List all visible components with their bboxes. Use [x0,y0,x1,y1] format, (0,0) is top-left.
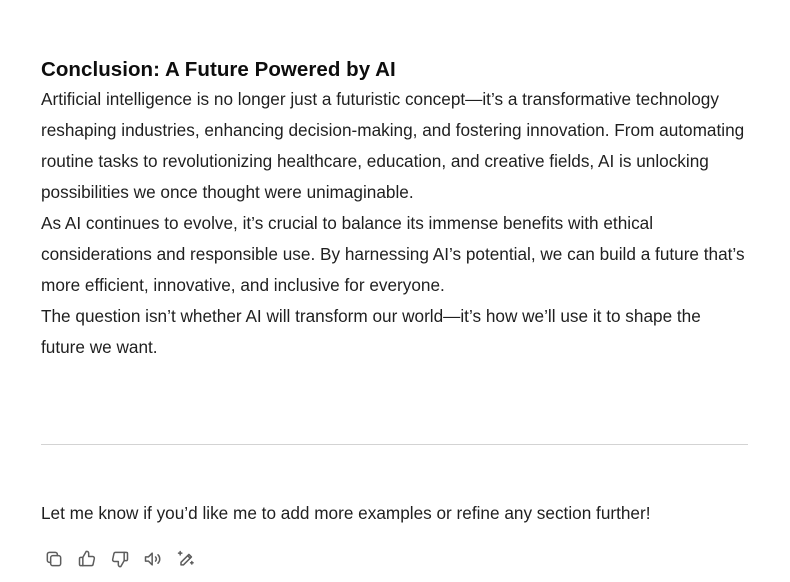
paragraph-2: As AI continues to evolve, it’s crucial … [41,213,745,295]
good-response-button[interactable] [74,546,100,572]
copy-icon [46,551,62,567]
paragraph-1: Artificial intelligence is no longer jus… [41,89,745,202]
message-actions-toolbar [41,546,206,572]
read-aloud-icon [144,552,161,566]
divider [41,444,748,445]
thumbs-down-icon [111,551,129,568]
paragraph-3: The question isn’t whether AI will trans… [41,306,701,357]
thumbs-up-icon [78,550,96,567]
copy-button[interactable] [41,546,67,572]
bad-response-button[interactable] [107,546,133,572]
edit-icon [177,550,194,566]
section-heading: Conclusion: A Future Powered by AI [41,58,396,81]
read-aloud-button[interactable] [140,546,166,572]
edit-in-canvas-button[interactable] [173,546,199,572]
followup-text: Let me know if you’d like me to add more… [41,503,651,523]
assistant-message: Conclusion: A Future Powered by AI Artif… [41,56,749,363]
